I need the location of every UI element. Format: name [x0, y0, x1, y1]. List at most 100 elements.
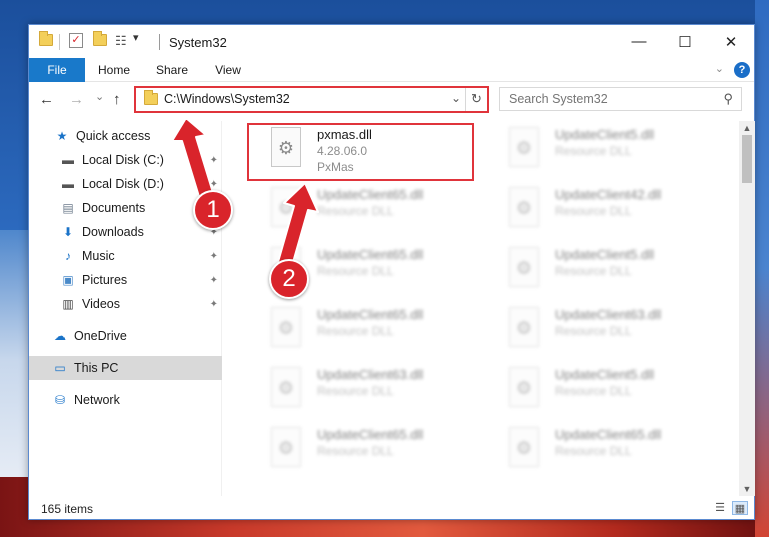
- file-type: Resource DLL: [317, 324, 394, 338]
- file-name: UpdateClient65.dll: [317, 427, 424, 442]
- search-box[interactable]: ⚲: [499, 87, 742, 111]
- folder-icon: [39, 31, 53, 46]
- details-view-button[interactable]: ☰: [712, 501, 728, 515]
- scroll-up-button[interactable]: ▲: [739, 121, 755, 135]
- maximize-button[interactable]: ☐: [662, 25, 708, 58]
- sidebar-item-label: Pictures: [82, 273, 128, 287]
- dll-file-icon: ⚙: [509, 187, 539, 227]
- new-folder-button[interactable]: [93, 31, 107, 49]
- toolbar-divider: [59, 34, 60, 50]
- list-item[interactable]: ⚙ UpdateClient65.dll Resource DLL: [249, 423, 479, 479]
- pin-icon: ✦: [209, 298, 218, 310]
- properties-icon[interactable]: ✓: [69, 33, 83, 48]
- dll-file-icon: ⚙: [509, 307, 539, 347]
- title-divider: [159, 34, 160, 50]
- address-path[interactable]: C:\Windows\System32: [164, 92, 290, 106]
- sidebar-item-label: This PC: [74, 361, 119, 375]
- drive-icon: ▬: [62, 177, 74, 191]
- list-item[interactable]: ⚙ UpdateClient65.dll Resource DLL: [487, 423, 717, 479]
- search-icon[interactable]: ⚲: [723, 91, 733, 107]
- sidebar-item-videos[interactable]: ▥ Videos ✦: [29, 292, 222, 316]
- address-bar[interactable]: C:\Windows\System32 ⌄ ↻: [134, 86, 489, 113]
- sidebar-item-label: Music: [82, 249, 115, 263]
- pin-icon: ✦: [209, 250, 218, 262]
- address-dropdown-icon[interactable]: ⌄: [451, 91, 461, 105]
- gear-icon: ⚙: [277, 318, 295, 338]
- close-button[interactable]: ✕: [708, 25, 754, 58]
- tab-file[interactable]: File: [29, 58, 85, 82]
- sidebar-item-network[interactable]: ⛁ Network: [29, 388, 222, 412]
- list-item[interactable]: ⚙ UpdateClient42.dll Resource DLL: [487, 183, 717, 239]
- file-type: Resource DLL: [317, 444, 394, 458]
- videos-icon: ▥: [62, 297, 74, 311]
- tab-home[interactable]: Home: [89, 58, 139, 82]
- tiles-view-button[interactable]: ▦: [732, 501, 748, 515]
- forward-button[interactable]: →: [69, 91, 84, 108]
- sidebar-item-label: OneDrive: [74, 329, 127, 343]
- gear-icon: ⚙: [515, 138, 533, 158]
- sidebar-item-label: Documents: [82, 201, 146, 215]
- file-explorer-window: ✓ ☷ ▾ System32 — ☐ ✕ File Home Share Vie…: [28, 24, 755, 520]
- sidebar-item-local-disk-c[interactable]: ▬ Local Disk (C:) ✦: [29, 148, 222, 172]
- gear-icon: ⚙: [515, 378, 533, 398]
- file-name: UpdateClient65.dll: [317, 247, 424, 262]
- sidebar-item-label: Downloads: [82, 225, 144, 239]
- file-type: Resource DLL: [555, 384, 632, 398]
- list-item[interactable]: ⚙ UpdateClient65.dll Resource DLL: [249, 183, 479, 239]
- pin-icon: ✦: [209, 274, 218, 286]
- sidebar-item-quick-access[interactable]: ★ Quick access: [29, 124, 222, 148]
- vertical-scrollbar[interactable]: ▲ ▼: [739, 121, 755, 496]
- customize-toolbar-icon[interactable]: ☷: [115, 33, 127, 49]
- dll-file-icon: ⚙: [509, 247, 539, 287]
- list-item[interactable]: ⚙ UpdateClient5.dll Resource DLL: [487, 363, 717, 419]
- dll-file-icon: ⚙: [271, 367, 301, 407]
- title-bar: ✓ ☷ ▾ System32 — ☐ ✕: [29, 25, 754, 58]
- help-icon[interactable]: ?: [734, 62, 750, 78]
- chevron-down-icon[interactable]: ▾: [133, 31, 139, 44]
- back-button[interactable]: ←: [39, 91, 54, 108]
- item-count: 165 items: [41, 502, 94, 516]
- gear-icon: ⚙: [515, 318, 533, 338]
- file-type: Resource DLL: [555, 144, 632, 158]
- scroll-thumb[interactable]: [742, 135, 752, 183]
- download-icon: ⬇: [62, 225, 74, 239]
- search-input[interactable]: [509, 92, 709, 106]
- sidebar-item-music[interactable]: ♪ Music ✦: [29, 244, 222, 268]
- status-bar: 165 items ☰ ▦: [29, 497, 754, 519]
- minimize-button[interactable]: —: [616, 25, 662, 58]
- gear-icon: ⚙: [515, 198, 533, 218]
- sidebar-item-label: Local Disk (D:): [82, 177, 164, 191]
- gear-icon: ⚙: [515, 258, 533, 278]
- list-item[interactable]: ⚙ UpdateClient63.dll Resource DLL: [487, 303, 717, 359]
- up-button[interactable]: ↑: [113, 91, 121, 108]
- file-type: Resource DLL: [555, 324, 632, 338]
- sidebar-item-this-pc[interactable]: ▭ This PC: [29, 356, 222, 380]
- file-type: Resource DLL: [555, 264, 632, 278]
- scroll-down-button[interactable]: ▼: [739, 482, 755, 496]
- sidebar-item-pictures[interactable]: ▣ Pictures ✦: [29, 268, 222, 292]
- tab-share[interactable]: Share: [147, 58, 197, 82]
- file-name: UpdateClient65.dll: [555, 427, 662, 442]
- file-name: UpdateClient65.dll: [317, 307, 424, 322]
- gear-icon: ⚙: [277, 438, 295, 458]
- sidebar-item-onedrive[interactable]: ☁ OneDrive: [29, 324, 222, 348]
- refresh-button[interactable]: ↻: [465, 88, 487, 111]
- list-item[interactable]: ⚙ UpdateClient5.dll Resource DLL: [487, 123, 717, 179]
- dll-file-icon: ⚙: [509, 427, 539, 467]
- recent-locations-button[interactable]: ⌄: [95, 90, 104, 103]
- file-name: UpdateClient63.dll: [317, 367, 424, 382]
- list-item[interactable]: ⚙ UpdateClient5.dll Resource DLL: [487, 243, 717, 299]
- tab-view[interactable]: View: [203, 58, 253, 82]
- dll-file-icon: ⚙: [271, 187, 301, 227]
- callout-2: 2: [269, 259, 309, 299]
- expand-ribbon-icon[interactable]: ⌄: [715, 62, 724, 75]
- gear-icon: ⚙: [277, 198, 295, 218]
- list-item[interactable]: ⚙ UpdateClient65.dll Resource DLL: [249, 303, 479, 359]
- list-item[interactable]: ⚙ UpdateClient63.dll Resource DLL: [249, 363, 479, 419]
- file-name: UpdateClient5.dll: [555, 247, 655, 262]
- sidebar-item-downloads[interactable]: ⬇ Downloads ✦: [29, 220, 222, 244]
- sidebar-item-label: Local Disk (C:): [82, 153, 164, 167]
- sidebar-item-local-disk-d[interactable]: ▬ Local Disk (D:) ✦: [29, 172, 222, 196]
- dll-file-icon: ⚙: [509, 367, 539, 407]
- file-name: UpdateClient5.dll: [555, 367, 655, 382]
